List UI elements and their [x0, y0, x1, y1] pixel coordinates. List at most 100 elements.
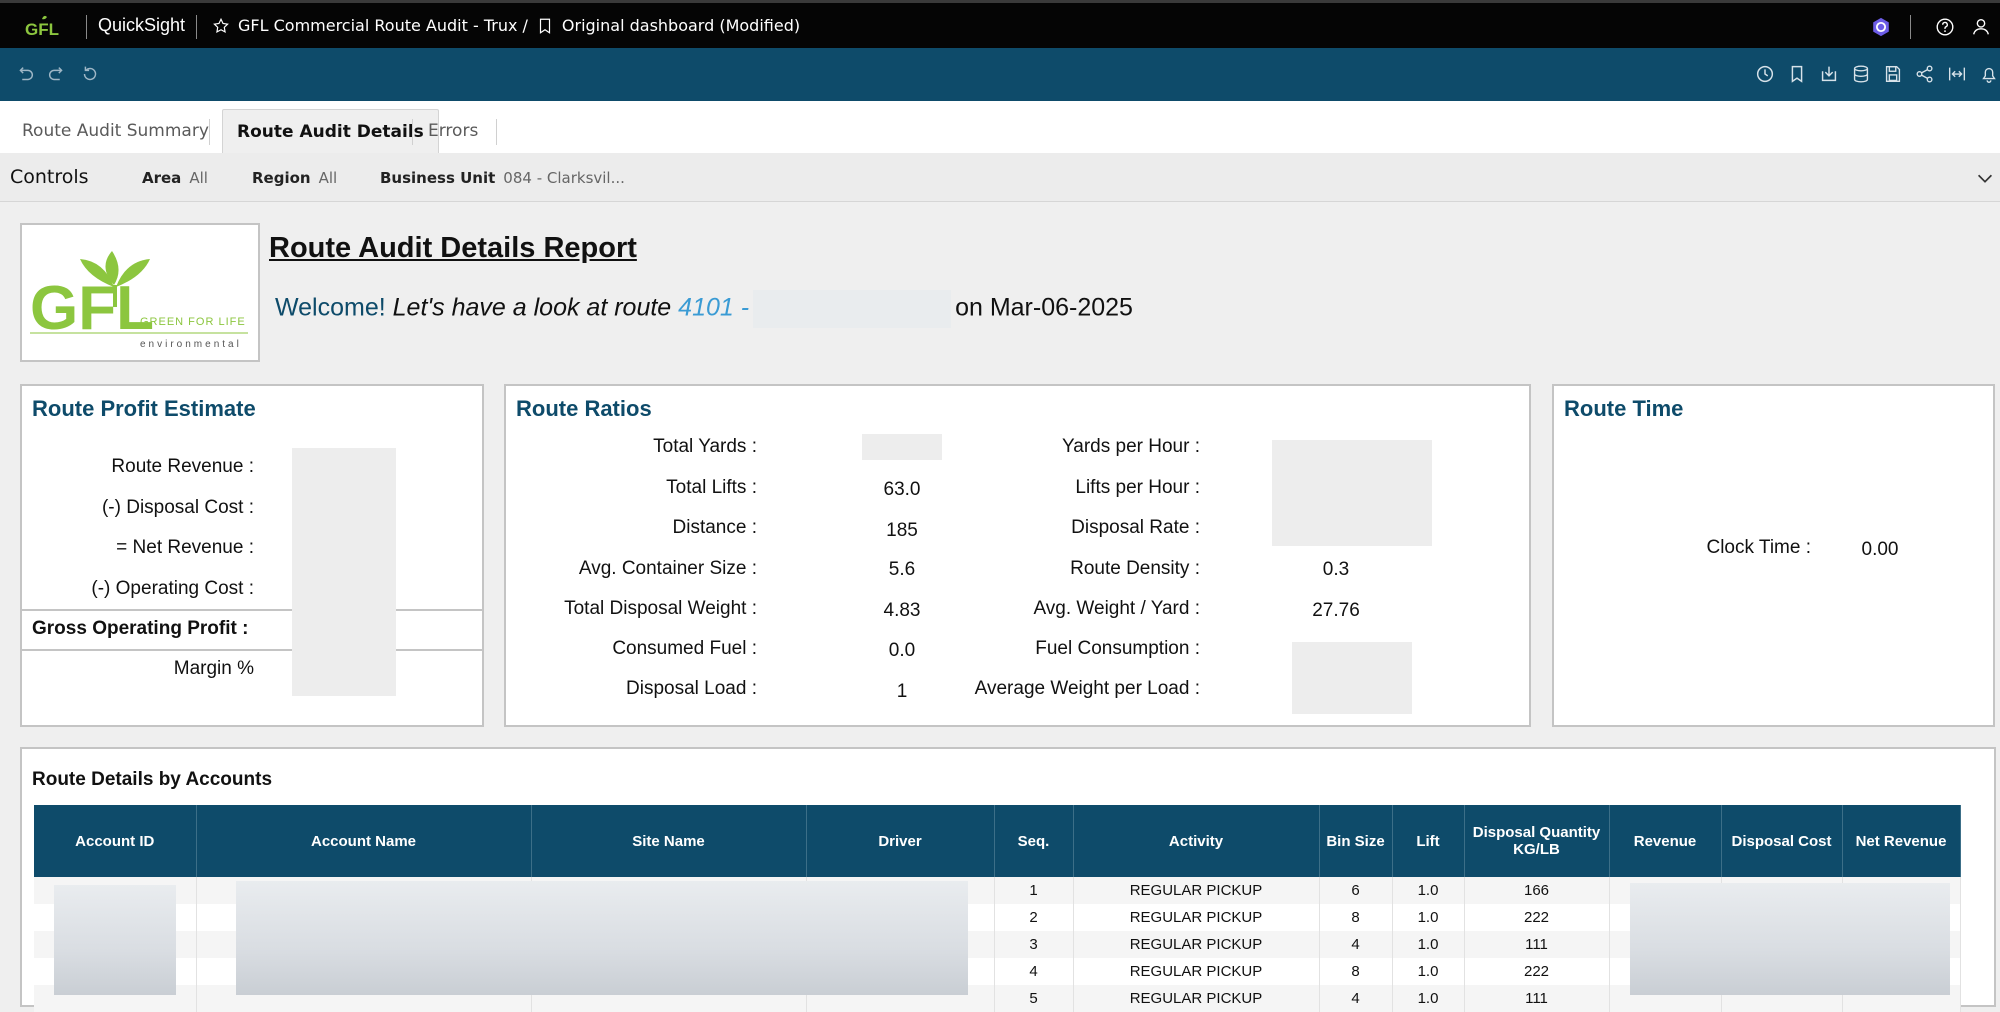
lift-cell: 1.0: [1392, 904, 1465, 931]
route-revenue-label: Route Revenue :: [111, 456, 254, 477]
dashboard-toolbar: [0, 48, 2000, 101]
notification-icon[interactable]: [1978, 63, 2000, 85]
region-control-value: All: [318, 169, 338, 187]
tab-errors[interactable]: Errors: [414, 109, 492, 153]
divider: [22, 649, 482, 651]
sheet-title[interactable]: Original dashboard (Modified): [562, 16, 800, 35]
col-header-bin-size[interactable]: Bin Size: [1319, 805, 1393, 877]
time-title: Route Time: [1564, 396, 1684, 421]
bin-size-cell: 6: [1319, 877, 1393, 904]
business-unit-control-value: 084 - Clarksvil...: [503, 169, 625, 187]
total-lifts-value: 63.0: [883, 479, 921, 500]
profit-title: Route Profit Estimate: [32, 396, 256, 421]
bin-size-cell: 4: [1319, 985, 1393, 1012]
sheet-tabs: Route Audit Summary Route Audit Details …: [0, 101, 2000, 154]
chevron-down-icon[interactable]: [1974, 167, 1996, 189]
redacted-total-yards: [862, 434, 942, 460]
consumed-fuel-value: 0.0: [888, 640, 916, 661]
disposal-load-value: 1: [896, 681, 908, 702]
disposal-qty-cell: 222: [1464, 904, 1610, 931]
redacted-account-ids: [54, 885, 176, 995]
col-header-revenue[interactable]: Revenue: [1609, 805, 1722, 877]
fit-width-icon[interactable]: [1946, 63, 1968, 85]
col-header-activity[interactable]: Activity: [1073, 805, 1320, 877]
save-icon[interactable]: [1882, 63, 1904, 85]
bookmark-icon[interactable]: [536, 17, 554, 35]
dataset-icon[interactable]: [1850, 63, 1872, 85]
col-header-disposal-cost[interactable]: Disposal Cost: [1721, 805, 1843, 877]
distance-value: 185: [886, 520, 918, 541]
distance-label: Distance :: [672, 517, 757, 538]
avg-weight-yard-value: 27.76: [1312, 600, 1360, 621]
avg-weight-load-label: Average Weight per Load :: [974, 678, 1200, 699]
extension-icon[interactable]: [1870, 16, 1892, 38]
avg-weight-yard-label: Avg. Weight / Yard :: [1033, 598, 1200, 619]
activity-cell: REGULAR PICKUP: [1073, 931, 1320, 958]
col-header-lift[interactable]: Lift: [1392, 805, 1465, 877]
yards-per-hour-label: Yards per Hour :: [1062, 436, 1200, 457]
divider: [86, 15, 87, 39]
app-name[interactable]: QuickSight: [98, 15, 185, 36]
redacted-account-details: [236, 881, 968, 995]
area-control[interactable]: Area All: [142, 169, 208, 187]
help-icon[interactable]: [1934, 16, 1956, 38]
star-icon[interactable]: [212, 17, 230, 35]
net-revenue-label: = Net Revenue :: [116, 537, 254, 558]
redo-icon[interactable]: [46, 63, 68, 85]
fuel-consumption-label: Fuel Consumption :: [1035, 638, 1200, 659]
total-disposal-weight-label: Total Disposal Weight :: [564, 598, 757, 619]
disposal-qty-cell: 166: [1464, 877, 1610, 904]
total-disposal-weight-value: 4.83: [883, 600, 921, 621]
controls-bar: Controls Area All Region All Business Unit…: [0, 153, 2000, 202]
gfl-small-logo[interactable]: GFL: [24, 13, 72, 39]
table-header-row: Account ID Account Name Site Name Driver…: [34, 805, 1961, 877]
activity-cell: REGULAR PICKUP: [1073, 958, 1320, 985]
col-header-net-revenue[interactable]: Net Revenue: [1842, 805, 1961, 877]
col-header-account-id[interactable]: Account ID: [34, 805, 197, 877]
col-header-driver[interactable]: Driver: [806, 805, 995, 877]
divider: [209, 119, 210, 145]
col-header-account-name[interactable]: Account Name: [196, 805, 532, 877]
redacted-values: [292, 448, 396, 696]
route-density-label: Route Density :: [1070, 558, 1200, 579]
operating-cost-label: (-) Operating Cost :: [91, 578, 254, 599]
top-bar: GFL QuickSight GFL Commercial Route Audi…: [0, 0, 2000, 48]
region-control[interactable]: Region All: [252, 169, 337, 187]
route-time-card: Route Time Clock Time : 0.00: [1552, 384, 1995, 727]
bookmark-icon[interactable]: [1786, 63, 1808, 85]
col-header-site-name[interactable]: Site Name: [531, 805, 807, 877]
logo-sub: environmental: [140, 339, 242, 350]
user-icon[interactable]: [1970, 16, 1992, 38]
redacted-revenue-values: [1630, 883, 1950, 995]
welcome-text: Welcome!: [275, 293, 386, 322]
download-icon[interactable]: [1818, 63, 1840, 85]
disposal-qty-cell: 111: [1464, 931, 1610, 958]
controls-label[interactable]: Controls: [10, 166, 89, 188]
disposal-qty-cell: 111: [1464, 985, 1610, 1012]
region-control-name: Region: [252, 169, 311, 187]
avg-container-value: 5.6: [888, 559, 916, 580]
seq-cell: 1: [994, 877, 1074, 904]
route-profit-card: Route Profit Estimate Route Revenue : (-…: [20, 384, 484, 727]
bin-size-cell: 8: [1319, 958, 1393, 985]
business-unit-control[interactable]: Business Unit 084 - Clarksvil...: [380, 169, 625, 187]
dashboard-title[interactable]: GFL Commercial Route Audit - Trux /: [238, 16, 528, 35]
tab-route-audit-summary[interactable]: Route Audit Summary: [8, 109, 223, 153]
divider: [22, 609, 482, 611]
schedule-icon[interactable]: [1754, 63, 1776, 85]
ratios-title: Route Ratios: [516, 396, 652, 421]
area-control-name: Area: [142, 169, 182, 187]
tab-route-audit-details[interactable]: Route Audit Details: [222, 109, 439, 153]
share-icon[interactable]: [1914, 63, 1936, 85]
table-title: Route Details by Accounts: [32, 769, 273, 790]
undo-icon[interactable]: [14, 63, 36, 85]
divider: [1910, 15, 1911, 39]
divider: [196, 15, 197, 39]
col-header-disposal-qty[interactable]: Disposal Quantity KG/LB: [1464, 805, 1610, 877]
col-header-seq[interactable]: Seq.: [994, 805, 1074, 877]
lookat-text: Let's have a look at route: [392, 293, 672, 322]
disposal-load-label: Disposal Load :: [626, 678, 757, 699]
reset-icon[interactable]: [79, 63, 101, 85]
svg-text:GFL: GFL: [25, 20, 59, 39]
redacted-hourly-values: [1272, 440, 1432, 546]
